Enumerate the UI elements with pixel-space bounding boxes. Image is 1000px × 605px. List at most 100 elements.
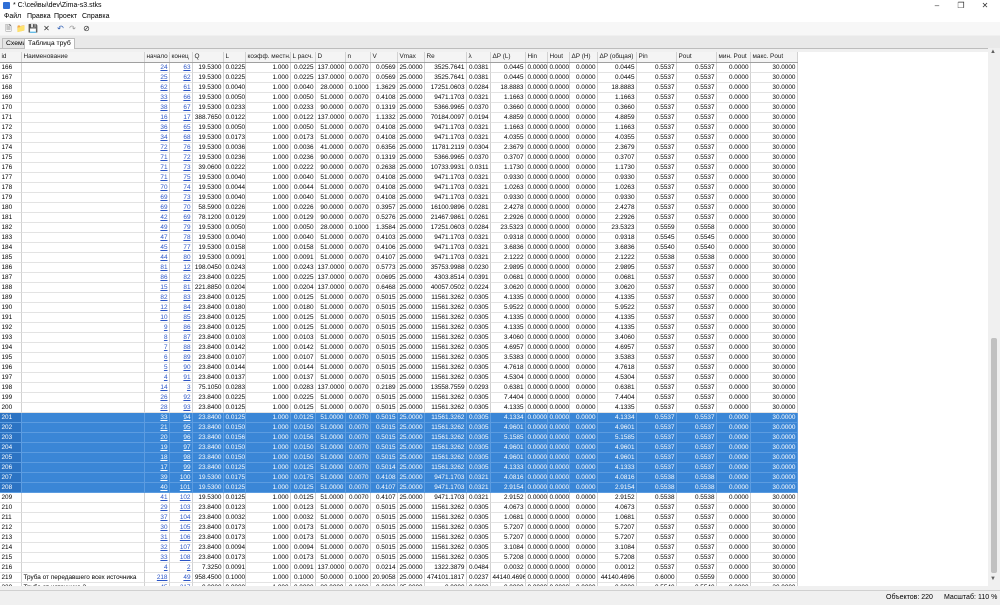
cell-lambda[interactable]: 0.0321 [467, 193, 491, 203]
header-col-q[interactable]: Q [193, 52, 224, 62]
cell-min-pout[interactable]: 0.0000 [717, 553, 751, 563]
cell-pin[interactable]: 0.5537 [637, 523, 677, 533]
cell-dp-total[interactable]: 2.1222 [598, 253, 637, 263]
cell-dp-total[interactable]: 2.2926 [598, 213, 637, 223]
cell-l[interactable]: 0.0225 [224, 273, 246, 283]
cell-hin[interactable]: 0.0000 [526, 423, 548, 433]
cell-start[interactable]: 4 [145, 563, 170, 573]
cell-d[interactable]: 51.0000 [316, 463, 346, 473]
cell-min-pout[interactable]: 0.0000 [717, 473, 751, 483]
cell-re[interactable]: 5366.9965 [425, 153, 467, 163]
header-col-hout[interactable]: Hout [548, 52, 570, 62]
cell-v[interactable]: 0.5015 [371, 393, 398, 403]
cell-n[interactable]: 0.0070 [346, 213, 371, 223]
cell-max-pout[interactable]: 30.0000 [751, 153, 798, 163]
cell-q[interactable]: 19.5300 [193, 123, 224, 133]
cell-dp-h[interactable]: 0.0000 [570, 283, 598, 293]
cell-min-pout[interactable]: 0.0000 [717, 283, 751, 293]
cell-local-coef[interactable]: 1.000 [246, 63, 291, 73]
cell-pout[interactable]: 0.5537 [677, 83, 717, 93]
cell-start[interactable]: 19 [145, 443, 170, 453]
cell-v[interactable]: 0.4108 [371, 473, 398, 483]
table-row[interactable]: 176 71 73 39.0600 0.0222 1.000 0.0222 90.0000 0.… [0, 163, 798, 173]
cell-q[interactable]: 23.8400 [193, 513, 224, 523]
table-row[interactable]: 208 40 101 19.5300 0.0125 1.000 0.0125 51.0000 0… [0, 483, 798, 493]
cell-pout[interactable]: 0.5537 [677, 313, 717, 323]
cell-max-pout[interactable]: 30.0000 [751, 373, 798, 383]
cell-d[interactable]: 80.0000 [316, 583, 346, 586]
cell-name[interactable] [22, 453, 145, 463]
cell-hin[interactable]: 0.0000 [526, 123, 548, 133]
cell-max-pout[interactable]: 30.0000 [751, 103, 798, 113]
cell-dp-total[interactable]: 5.7207 [598, 533, 637, 543]
cell-dp-total[interactable]: 2.4278 [598, 203, 637, 213]
cell-n[interactable]: 0.0070 [346, 373, 371, 383]
cell-dp-h[interactable]: 0.0000 [570, 233, 598, 243]
cell-lambda[interactable]: 0.0237 [467, 573, 491, 583]
cell-min-pout[interactable]: 0.0000 [717, 303, 751, 313]
cell-end[interactable]: 105 [170, 523, 193, 533]
cell-n[interactable]: 0.0070 [346, 193, 371, 203]
cell-dp-l[interactable]: 4.7618 [491, 363, 526, 373]
cell-dp-h[interactable]: 0.0000 [570, 383, 598, 393]
cell-q[interactable]: 23.8400 [193, 533, 224, 543]
cell-re[interactable]: 9471.1703 [425, 483, 467, 493]
cell-pout[interactable]: 0.5537 [677, 563, 717, 573]
cell-end[interactable]: 63 [170, 63, 193, 73]
cell-start[interactable]: 25 [145, 73, 170, 83]
cell-pout[interactable]: 0.5537 [677, 503, 717, 513]
cell-end[interactable]: 107 [170, 543, 193, 553]
cell-re[interactable]: 4303.8514 [425, 273, 467, 283]
cell-dp-h[interactable]: 0.0000 [570, 263, 598, 273]
cell-dp-l[interactable]: 4.9601 [491, 453, 526, 463]
cell-d[interactable]: 137.0000 [316, 383, 346, 393]
cell-local-coef[interactable]: 1.000 [246, 463, 291, 473]
cell-local-coef[interactable]: 1.000 [246, 493, 291, 503]
cell-max-pout[interactable]: 30.0000 [751, 583, 798, 586]
cell-max-pout[interactable]: 30.0000 [751, 433, 798, 443]
cell-pin[interactable]: 0.5538 [637, 473, 677, 483]
cell-q[interactable]: 221.8850 [193, 283, 224, 293]
cell-vmax[interactable]: 25.0000 [398, 533, 425, 543]
cell-l[interactable]: 0.0226 [224, 203, 246, 213]
cell-n[interactable]: 0.0070 [346, 443, 371, 453]
cell-local-coef[interactable]: 1.000 [246, 203, 291, 213]
cell-hin[interactable]: 0.0000 [526, 483, 548, 493]
cell-name[interactable] [22, 343, 145, 353]
cell-end[interactable]: 80 [170, 253, 193, 263]
cell-local-coef[interactable]: 1.000 [246, 473, 291, 483]
cell-lambda[interactable]: 0.0381 [467, 73, 491, 83]
cell-max-pout[interactable]: 30.0000 [751, 513, 798, 523]
cell-name[interactable] [22, 223, 145, 233]
cell-name[interactable] [22, 553, 145, 563]
cell-dp-total[interactable]: 3.6836 [598, 243, 637, 253]
cell-vmax[interactable]: 25.0000 [398, 293, 425, 303]
cell-id[interactable]: 171 [0, 113, 22, 123]
cell-l[interactable]: 0.0144 [224, 363, 246, 373]
cell-max-pout[interactable]: 30.0000 [751, 353, 798, 363]
cell-dp-total[interactable]: 4.0816 [598, 473, 637, 483]
cell-q[interactable]: 19.5300 [193, 133, 224, 143]
cell-name[interactable] [22, 73, 145, 83]
cell-d[interactable]: 51.0000 [316, 413, 346, 423]
header-col-max-pout[interactable]: макс. Pout [751, 52, 798, 62]
cell-d[interactable]: 51.0000 [316, 293, 346, 303]
cell-vmax[interactable]: 25.0000 [398, 483, 425, 493]
cell-min-pout[interactable]: 0.0000 [717, 143, 751, 153]
cell-pout[interactable]: 0.5537 [677, 383, 717, 393]
cell-l-calc[interactable]: 0.0125 [291, 493, 316, 503]
cell-d[interactable]: 41.0000 [316, 143, 346, 153]
cell-pin[interactable]: 0.5537 [637, 63, 677, 73]
cell-min-pout[interactable]: 0.0000 [717, 193, 751, 203]
cell-id[interactable]: 179 [0, 193, 22, 203]
cell-l-calc[interactable]: 0.0150 [291, 443, 316, 453]
cell-n[interactable]: 0.1000 [346, 573, 371, 583]
cell-dp-total[interactable]: 44140.4696 [598, 573, 637, 583]
cell-v[interactable]: 0.5015 [371, 353, 398, 363]
cell-end[interactable]: 75 [170, 173, 193, 183]
cell-dp-h[interactable]: 0.0000 [570, 173, 598, 183]
cell-local-coef[interactable]: 1.000 [246, 363, 291, 373]
cell-hout[interactable]: 0.0000 [548, 153, 570, 163]
cell-dp-h[interactable]: 0.0000 [570, 523, 598, 533]
cell-l-calc[interactable]: 0.0225 [291, 273, 316, 283]
